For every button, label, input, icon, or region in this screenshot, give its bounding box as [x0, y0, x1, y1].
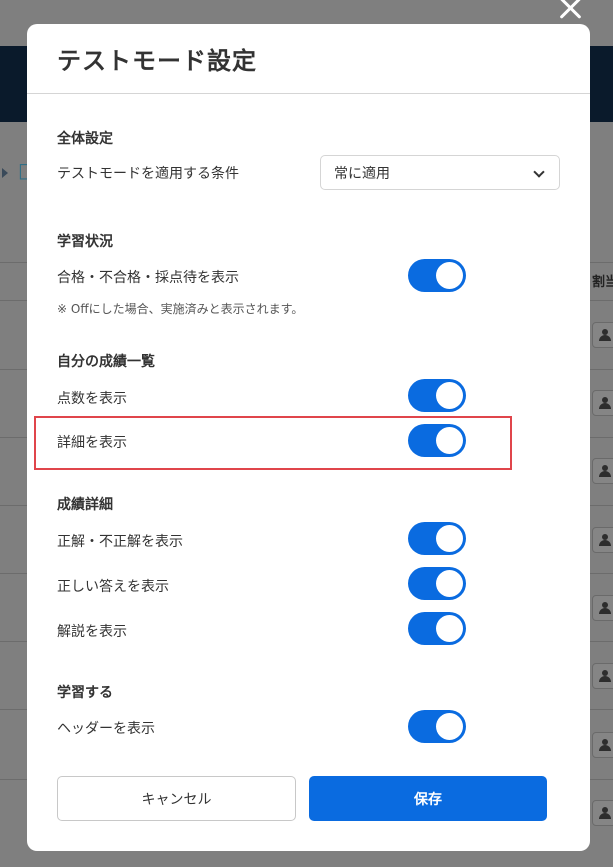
section-title-general: 全体設定: [57, 131, 113, 147]
toggle-knob: [436, 615, 463, 642]
users-icon: [598, 534, 613, 546]
background-assign-button: [592, 663, 613, 689]
toggle-knob: [436, 570, 463, 597]
apply-condition-label: テストモードを適用する条件: [57, 166, 239, 182]
close-icon[interactable]: [558, 0, 584, 20]
toggle-knob: [436, 427, 463, 454]
pass-fail-toggle[interactable]: [408, 259, 466, 292]
test-mode-settings-modal: テストモード設定 全体設定 テストモードを適用する条件 常に適用 学習状況 合格…: [27, 24, 590, 851]
users-icon: [598, 329, 613, 341]
modal-title: テストモード設定: [57, 47, 257, 75]
section-title-study: 学習する: [57, 685, 113, 701]
users-icon: [598, 602, 613, 614]
users-icon: [598, 397, 613, 409]
users-icon: [598, 739, 613, 751]
background-assign-button: [592, 527, 613, 553]
show-header-label: ヘッダーを表示: [57, 721, 155, 737]
modal-header: テストモード設定: [27, 24, 590, 94]
show-explanation-label: 解説を表示: [57, 624, 127, 640]
background-assign-button: [592, 390, 613, 416]
background-chevron-icon: [2, 168, 8, 178]
section-title-result-detail: 成績詳細: [57, 497, 113, 513]
background-column-header: 割当: [592, 275, 613, 290]
apply-condition-select[interactable]: 常に適用: [320, 155, 560, 190]
show-answer-toggle[interactable]: [408, 567, 466, 600]
toggle-knob: [436, 525, 463, 552]
apply-condition-value: 常に適用: [334, 165, 390, 182]
pass-fail-label: 合格・不合格・採点待を表示: [57, 270, 239, 286]
users-icon: [598, 465, 613, 477]
show-correctness-label: 正解・不正解を表示: [57, 534, 183, 550]
toggle-knob: [436, 713, 463, 740]
toggle-knob: [436, 262, 463, 289]
users-icon: [598, 670, 613, 682]
toggle-knob: [436, 382, 463, 409]
section-title-my-results: 自分の成績一覧: [57, 354, 155, 370]
show-detail-label: 詳細を表示: [57, 435, 127, 451]
save-button[interactable]: 保存: [309, 776, 547, 821]
cancel-button[interactable]: キャンセル: [57, 776, 296, 821]
background-assign-button: [592, 322, 613, 348]
background-assign-button: [592, 800, 613, 826]
show-detail-toggle[interactable]: [408, 424, 466, 457]
show-score-label: 点数を表示: [57, 391, 127, 407]
pass-fail-note: ※ Offにした場合、実施済みと表示されます。: [57, 302, 304, 316]
chevron-down-icon: [533, 166, 545, 178]
section-title-learning-status: 学習状況: [57, 234, 113, 250]
users-icon: [598, 807, 613, 819]
show-header-toggle[interactable]: [408, 710, 466, 743]
background-assign-button: [592, 732, 613, 758]
background-assign-button: [592, 595, 613, 621]
show-correctness-toggle[interactable]: [408, 522, 466, 555]
background-assign-button: [592, 458, 613, 484]
show-answer-label: 正しい答えを表示: [57, 579, 169, 595]
show-score-toggle[interactable]: [408, 379, 466, 412]
show-explanation-toggle[interactable]: [408, 612, 466, 645]
